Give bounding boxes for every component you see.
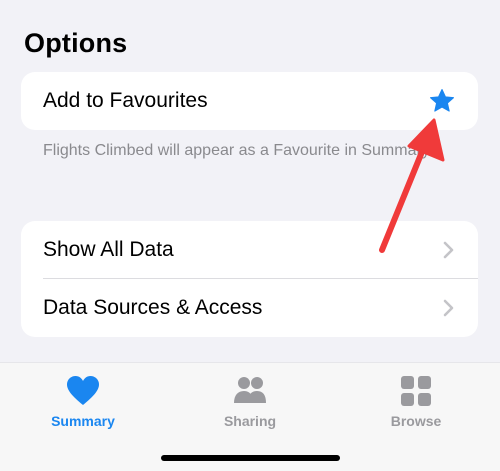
star-filled-icon[interactable]: [428, 87, 456, 115]
tab-sharing-label: Sharing: [223, 413, 277, 429]
add-to-favourites-row[interactable]: Add to Favourites: [21, 72, 478, 130]
tab-browse[interactable]: Browse: [356, 375, 476, 429]
data-options-card: Show All Data Data Sources & Access: [21, 221, 478, 337]
add-to-favourites-label: Add to Favourites: [43, 89, 208, 112]
section-title: Options: [24, 28, 128, 58]
tab-sharing[interactable]: Sharing: [190, 375, 310, 429]
show-all-data-row[interactable]: Show All Data: [21, 221, 478, 279]
chevron-right-icon: [443, 299, 454, 317]
tab-summary-label: Summary: [51, 413, 115, 429]
heart-icon: [67, 376, 99, 405]
grid-icon: [401, 376, 431, 406]
data-sources-access-row[interactable]: Data Sources & Access: [21, 279, 478, 337]
favourites-card: Add to Favourites: [21, 72, 478, 130]
data-sources-access-label: Data Sources & Access: [43, 296, 263, 319]
tab-summary[interactable]: Summary: [23, 375, 143, 429]
show-all-data-label: Show All Data: [43, 238, 174, 261]
tab-browse-label: Browse: [390, 413, 442, 429]
favourites-footnote: Flights Climbed will appear as a Favouri…: [43, 142, 434, 159]
people-icon: [234, 377, 266, 403]
options-screen: Options Add to Favourites Flights Climbe…: [0, 0, 500, 471]
chevron-right-icon: [443, 241, 454, 259]
home-indicator[interactable]: [161, 455, 340, 461]
